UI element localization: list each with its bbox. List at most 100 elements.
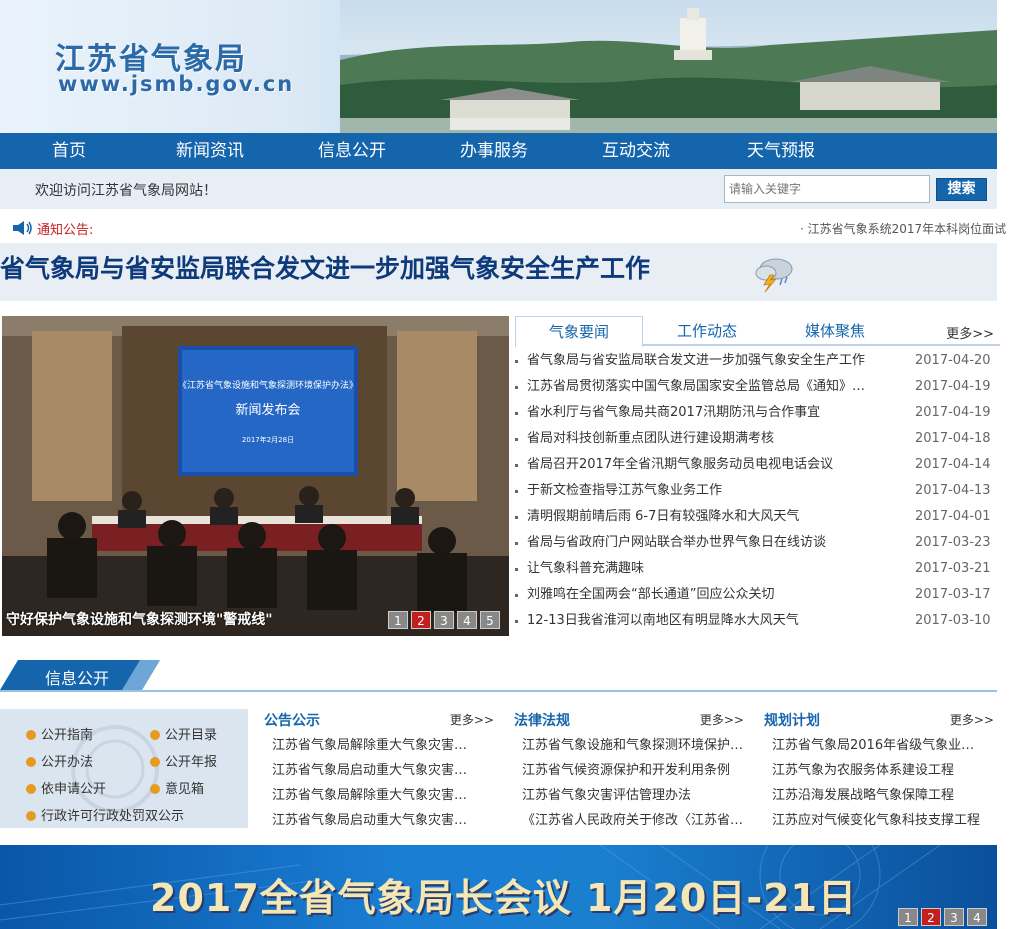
news-row[interactable]: 省水利厅与省气象局共商2017汛期防汛与合作事宜 2017-04-19 (515, 400, 1000, 426)
nav-info[interactable]: 信息公开 (297, 133, 407, 169)
news-title[interactable]: 省气象局与省安监局联合发文进一步加强气象安全生产工作 (527, 348, 877, 374)
tab-weather-news[interactable]: 气象要闻 (515, 316, 643, 348)
bullet-icon (515, 438, 518, 441)
banner-page-1[interactable]: 1 (898, 908, 918, 926)
info-link-double-publicity[interactable]: 行政许可行政处罚双公示 (26, 805, 184, 824)
nav-news[interactable]: 新闻资讯 (155, 133, 265, 169)
banner-page-2[interactable]: 2 (921, 908, 941, 926)
welcome-text: 欢迎访问江苏省气象局网站！ (35, 183, 217, 199)
meeting-banner[interactable]: 2017全省气象局长会议 1月20日-21日 (0, 845, 997, 929)
tab-work-updates[interactable]: 工作动态 (643, 316, 771, 346)
search-button[interactable]: 搜索 (936, 178, 987, 201)
info-column-row[interactable]: 《江苏省人民政府关于修改〈江苏省… (522, 809, 744, 828)
info-link-suggestion-box[interactable]: 意见箱 (150, 778, 204, 797)
info-column-row[interactable]: 江苏省气候资源保护和开发利用条例 (522, 759, 744, 778)
news-date: 2017-03-23 (915, 535, 991, 550)
info-column-title[interactable]: 法律法规 (514, 710, 570, 730)
news-row[interactable]: 清明假期前晴后雨 6-7日有较强降水和大风天气 2017-04-01 (515, 504, 1000, 530)
news-title[interactable]: 刘雅鸣在全国两会“部长通道”回应公众关切 (527, 582, 877, 608)
slideshow-page-4[interactable]: 4 (457, 611, 477, 629)
header-banner: 江苏省气象局 www.jsmb.gov.cn (0, 0, 997, 133)
banner-page-3[interactable]: 3 (944, 908, 964, 926)
info-column-title[interactable]: 公告公示 (264, 710, 320, 730)
bullet-icon (515, 360, 518, 363)
news-row[interactable]: 省局与省政府门户网站联合举办世界气象日在线访谈 2017-03-23 (515, 530, 1000, 556)
news-title[interactable]: 省局对科技创新重点团队进行建设期满考核 (527, 426, 877, 452)
info-section-title: 信息公开 (45, 669, 110, 688)
bullet-icon (515, 464, 518, 467)
news-row[interactable]: 省局召开2017年全省汛期气象服务动员电视电话会议 2017-04-14 (515, 452, 1000, 478)
info-column-row[interactable]: 江苏气象为农服务体系建设工程 (772, 759, 994, 778)
news-row[interactable]: 让气象科普充满趣味 2017-03-21 (515, 556, 1000, 582)
nav-services[interactable]: 办事服务 (439, 133, 549, 169)
news-row[interactable]: 省局对科技创新重点团队进行建设期满考核 2017-04-18 (515, 426, 1000, 452)
news-title[interactable]: 省局召开2017年全省汛期气象服务动员电视电话会议 (527, 452, 877, 478)
info-column-title[interactable]: 规划计划 (764, 710, 820, 730)
info-link-catalog[interactable]: 公开目录 (150, 724, 217, 743)
info-link-guide[interactable]: 公开指南 (26, 724, 93, 743)
news-title[interactable]: 清明假期前晴后雨 6-7日有较强降水和大风天气 (527, 504, 877, 530)
info-column-row[interactable]: 江苏省气象局解除重大气象灾害… (272, 734, 494, 753)
info-column-row[interactable]: 江苏省气象灾害评估管理办法 (522, 784, 744, 803)
screen-date: 2017年2月28日 (242, 435, 294, 444)
news-date: 2017-04-18 (915, 431, 991, 446)
headline-link[interactable]: 省气象局与省安监局联合发文进一步加强气象安全生产工作 (0, 249, 650, 285)
info-column-more-link[interactable]: 更多>> (700, 711, 744, 728)
banner-pager: 1 2 3 4 (898, 908, 987, 926)
slideshow-page-1[interactable]: 1 (388, 611, 408, 629)
news-tabs: 气象要闻 工作动态 媒体聚焦 更多>> (515, 316, 1000, 348)
news-date: 2017-03-21 (915, 561, 991, 576)
info-column-row[interactable]: 江苏省气象局2016年省级气象业… (772, 734, 994, 753)
info-column-announcements: 公告公示 更多>> 江苏省气象局解除重大气象灾害… 江苏省气象局启动重大气象灾害… 江苏… (264, 710, 494, 830)
news-row[interactable]: 于新文检查指导江苏气象业务工作 2017-04-13 (515, 478, 1000, 504)
info-column-row[interactable]: 江苏省气象局解除重大气象灾害… (272, 784, 494, 803)
news-date: 2017-04-13 (915, 483, 991, 498)
info-column-more-link[interactable]: 更多>> (450, 711, 494, 728)
search-input[interactable] (724, 175, 930, 203)
news-list: 省气象局与省安监局联合发文进一步加强气象安全生产工作 2017-04-20 江苏省局… (515, 348, 1000, 634)
news-title[interactable]: 于新文检查指导江苏气象业务工作 (527, 478, 877, 504)
nav-forecast[interactable]: 天气预报 (726, 133, 836, 169)
info-column-row[interactable]: 江苏省气象局启动重大气象灾害… (272, 809, 494, 828)
news-row[interactable]: 江苏省局贯彻落实中国气象局国家安全监管总局《通知》和… 2017-04-19 (515, 374, 1000, 400)
info-column-row[interactable]: 江苏应对气候变化气象科技支撑工程 (772, 809, 994, 828)
news-row[interactable]: 12-13日我省淮河以南地区有明显降水大风天气 2017-03-10 (515, 608, 1000, 634)
slideshow-page-3[interactable]: 3 (434, 611, 454, 629)
news-title[interactable]: 让气象科普充满趣味 (527, 556, 877, 582)
news-title[interactable]: 省局与省政府门户网站联合举办世界气象日在线访谈 (527, 530, 877, 556)
news-date: 2017-03-17 (915, 587, 991, 602)
info-column-row[interactable]: 江苏沿海发展战略气象保障工程 (772, 784, 994, 803)
news-title[interactable]: 江苏省局贯彻落实中国气象局国家安全监管总局《通知》和… (527, 374, 877, 400)
site-logo-url[interactable]: www.jsmb.gov.cn (58, 72, 294, 96)
info-links-box: 公开指南 公开目录 公开办法 公开年报 依申请公开 意见箱 行政许可行政处罚双公… (0, 709, 248, 828)
news-date: 2017-04-20 (915, 353, 991, 368)
info-column-row[interactable]: 江苏省气象设施和气象探测环境保护… (522, 734, 744, 753)
info-column-laws: 法律法规 更多>> 江苏省气象设施和气象探测环境保护… 江苏省气候资源保护和开发利用条… (514, 710, 744, 830)
news-title[interactable]: 省水利厅与省气象局共商2017汛期防汛与合作事宜 (527, 400, 877, 426)
landscape-image (340, 0, 997, 133)
slideshow-caption[interactable]: 守好保护气象设施和气象探测环境"警戒线" (2, 608, 382, 632)
notice-label: 通知公告: (37, 223, 94, 238)
banner-page-4[interactable]: 4 (967, 908, 987, 926)
notice-marquee[interactable]: · 江苏省气象系统2017年本科岗位面试 (800, 220, 1010, 237)
nav-interaction[interactable]: 互动交流 (581, 133, 691, 169)
tab-media-focus[interactable]: 媒体聚焦 (771, 316, 899, 346)
slideshow-pager: 1 2 3 4 5 (388, 611, 500, 629)
news-more-link[interactable]: 更多>> (946, 323, 994, 342)
info-link-request[interactable]: 依申请公开 (26, 778, 106, 797)
info-column-row[interactable]: 江苏省气象局启动重大气象灾害… (272, 759, 494, 778)
slideshow-page-2[interactable]: 2 (411, 611, 431, 629)
news-row[interactable]: 刘雅鸣在全国两会“部长通道”回应公众关切 2017-03-17 (515, 582, 1000, 608)
news-title[interactable]: 12-13日我省淮河以南地区有明显降水大风天气 (527, 608, 877, 634)
news-slideshow[interactable]: 《江苏省气象设施和气象探测环境保护办法》 新闻发布会 2017年2月28日 (2, 316, 509, 636)
bullet-icon (515, 490, 518, 493)
info-link-annual-report[interactable]: 公开年报 (150, 751, 217, 770)
info-column-more-link[interactable]: 更多>> (950, 711, 994, 728)
bullet-icon (515, 568, 518, 571)
nav-home[interactable]: 首页 (14, 133, 124, 169)
bullet-icon (515, 620, 518, 623)
news-row[interactable]: 省气象局与省安监局联合发文进一步加强气象安全生产工作 2017-04-20 (515, 348, 1000, 374)
info-link-rules[interactable]: 公开办法 (26, 751, 93, 770)
speaker-icon (13, 221, 32, 235)
slideshow-page-5[interactable]: 5 (480, 611, 500, 629)
